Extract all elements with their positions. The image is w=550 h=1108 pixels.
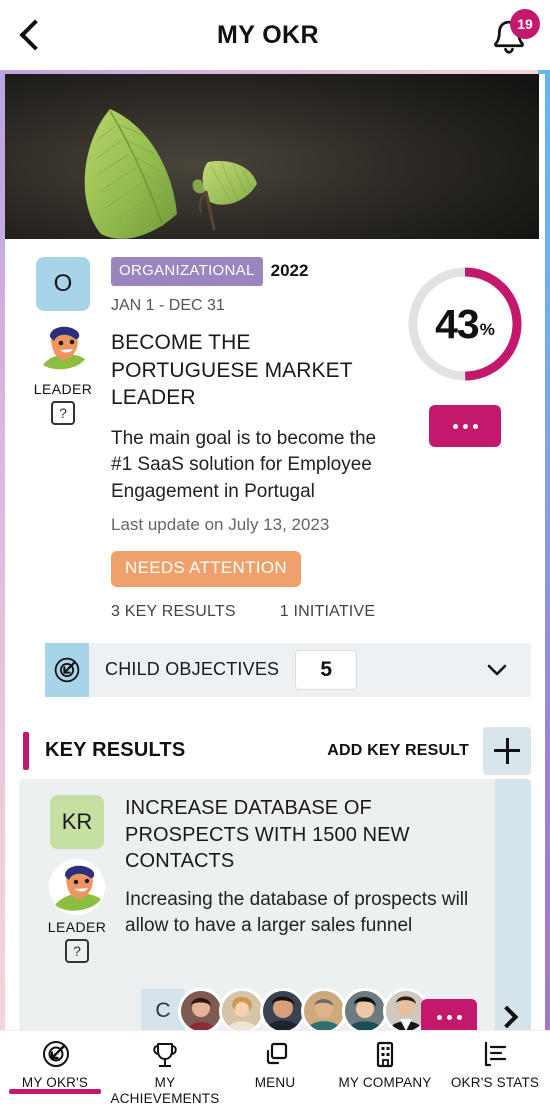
key-result-description: Increasing the database of prospects wil… — [125, 889, 469, 937]
collaborator-avatars[interactable] — [178, 987, 429, 1030]
notifications-button[interactable]: 19 — [474, 0, 550, 70]
leader-label: LEADER — [33, 381, 93, 397]
add-key-result-label[interactable]: ADD KEY RESULT — [327, 742, 469, 760]
add-key-result-button[interactable] — [483, 726, 531, 775]
leader-label: LEADER — [47, 918, 107, 935]
objective-counts: 3 KEY RESULTS 1 INITIATIVE — [111, 603, 393, 621]
plus-icon — [494, 737, 520, 764]
chevron-right-icon — [495, 1005, 519, 1029]
active-indicator — [9, 1089, 101, 1094]
key-result-footer: C — [19, 981, 531, 1030]
nav-label: OKR'S STATS — [450, 1075, 540, 1090]
key-result-next-button[interactable] — [491, 999, 527, 1030]
key-result-owner-column: KR LEADER ? — [33, 794, 121, 963]
app-header: MY OKR 19 — [0, 0, 550, 70]
chevron-down-icon[interactable] — [485, 658, 509, 682]
bar-chart-icon — [478, 1039, 512, 1071]
target-arrow-icon — [45, 642, 89, 697]
avatar[interactable] — [342, 987, 388, 1030]
nav-item-my-company[interactable]: MY COMPANY — [330, 1031, 440, 1108]
key-result-more-button[interactable] — [421, 998, 477, 1030]
leader-avatar — [35, 321, 91, 377]
help-icon[interactable]: ? — [51, 401, 75, 425]
objective-year: 2022 — [270, 261, 309, 281]
objective-date-range: JAN 1 - DEC 31 — [111, 296, 225, 314]
windows-stack-icon — [258, 1039, 292, 1071]
hero-image — [5, 74, 539, 239]
objective-card[interactable]: O LEADER ? ORGANIZATIONAL 2022 JAN 1 - D… — [5, 239, 545, 697]
avatar[interactable] — [219, 987, 265, 1030]
avatar[interactable] — [260, 987, 306, 1030]
avatar[interactable] — [301, 987, 347, 1030]
page-title: MY OKR — [217, 20, 319, 49]
notification-badge: 19 — [510, 9, 540, 39]
bottom-navigation: MY OKR'S MY ACHIEVEMENTS MENU MY COMPANY… — [0, 1030, 550, 1108]
nav-label: MY ACHIEVEMENTS — [110, 1075, 220, 1106]
leader-avatar — [49, 858, 105, 915]
nav-label: MENU — [254, 1075, 296, 1090]
dot-icon — [472, 423, 478, 429]
dot-icon — [446, 1015, 452, 1021]
objective-last-update: Last update on July 13, 2023 — [111, 514, 330, 534]
chevron-left-icon — [18, 19, 51, 51]
objective-category-badge: ORGANIZATIONAL — [111, 257, 263, 286]
app-root: MY OKR 19 O LEADER ? ORGANIZATIONAL 2022… — [0, 0, 550, 1108]
nav-item-my-achievements[interactable]: MY ACHIEVEMENTS — [110, 1031, 220, 1108]
key-result-type-badge: KR — [50, 794, 104, 849]
back-button[interactable] — [0, 0, 62, 70]
nav-label: MY COMPANY — [338, 1075, 432, 1090]
progress-ring: 43 % — [406, 265, 524, 383]
objective-description: The main goal is to become the #1 SaaS s… — [111, 428, 377, 502]
section-accent-bar — [23, 731, 29, 770]
status-badge: NEEDS ATTENTION — [111, 550, 301, 587]
nav-item-my-okrs[interactable]: MY OKR'S — [0, 1031, 110, 1108]
objective-title: BECOME THE PORTUGUESE MARKET LEADER — [111, 330, 353, 410]
key-result-title: INCREASE DATABASE OF PROSPECTS WITH 1500… — [125, 796, 410, 873]
dot-icon — [452, 423, 458, 429]
objective-type-badge: O — [36, 257, 90, 311]
initiatives-count: 1 INITIATIVE — [279, 602, 376, 620]
objective-meta: ORGANIZATIONAL 2022 JAN 1 - DEC 31 — [111, 257, 393, 317]
child-objectives-count: 5 — [295, 649, 358, 690]
nav-item-menu[interactable]: MENU — [220, 1031, 330, 1108]
key-results-header: KEY RESULTS ADD KEY RESULT — [5, 723, 545, 779]
progress-value: 43 — [435, 300, 480, 347]
dot-icon — [456, 1015, 462, 1021]
key-result-details: INCREASE DATABASE OF PROSPECTS WITH 1500… — [121, 795, 483, 963]
dot-icon — [462, 423, 468, 429]
child-objectives-label: CHILD OBJECTIVES — [105, 659, 280, 680]
objective-more-button[interactable] — [429, 405, 501, 447]
nav-item-okrs-stats[interactable]: OKR'S STATS — [440, 1031, 550, 1108]
key-results-title: KEY RESULTS — [45, 739, 186, 762]
target-arrow-icon — [38, 1039, 72, 1071]
dot-icon — [436, 1015, 442, 1021]
key-results-count: 3 KEY RESULTS — [111, 602, 236, 620]
progress-unit: % — [479, 320, 495, 339]
building-icon — [368, 1039, 402, 1071]
help-icon[interactable]: ? — [65, 938, 89, 963]
page-content: O LEADER ? ORGANIZATIONAL 2022 JAN 1 - D… — [5, 74, 545, 1030]
child-objectives-row[interactable]: CHILD OBJECTIVES 5 — [45, 642, 531, 697]
gradient-frame: O LEADER ? ORGANIZATIONAL 2022 JAN 1 - D… — [0, 70, 550, 1030]
key-result-card[interactable]: KR LEADER ? INCREASE DATABASE OF PROSPEC… — [19, 778, 531, 1030]
objective-progress-column: 43 % — [399, 257, 531, 621]
trophy-icon — [148, 1039, 182, 1071]
objective-owner-column: O LEADER ? — [19, 257, 107, 621]
avatar[interactable] — [178, 987, 224, 1030]
objective-details: ORGANIZATIONAL 2022 JAN 1 - DEC 31 BECOM… — [107, 257, 399, 621]
